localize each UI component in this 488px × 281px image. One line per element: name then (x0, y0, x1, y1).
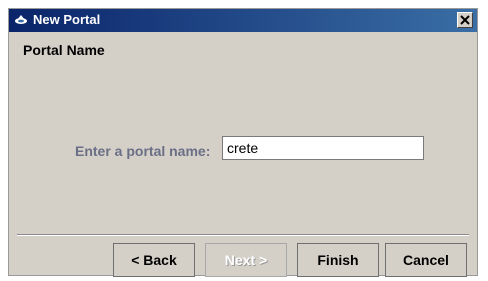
new-portal-dialog: New Portal Portal Name Enter a portal na… (8, 8, 478, 277)
portal-icon (15, 15, 27, 24)
portal-name-input[interactable] (222, 136, 424, 160)
portal-name-label: Enter a portal name: (75, 143, 211, 159)
back-button[interactable]: < Back (113, 243, 195, 277)
close-button[interactable] (457, 12, 473, 28)
close-icon (460, 15, 470, 25)
button-separator (17, 234, 469, 236)
title-bar[interactable]: New Portal (9, 9, 477, 32)
cancel-button[interactable]: Cancel (385, 243, 467, 277)
window-title: New Portal (33, 12, 101, 27)
next-button[interactable]: Next > (205, 243, 287, 277)
finish-button[interactable]: Finish (297, 243, 379, 277)
page-title: Portal Name (23, 42, 105, 58)
